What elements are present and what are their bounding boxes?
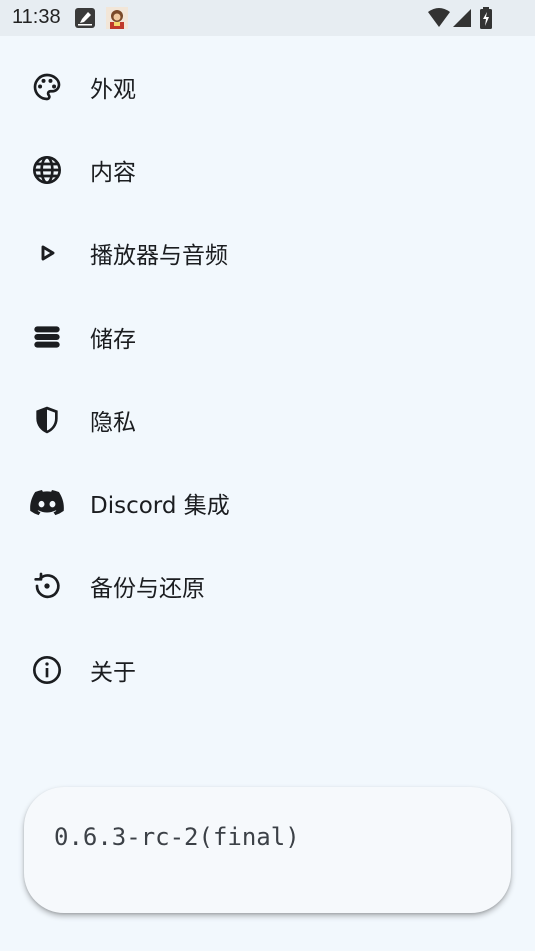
settings-item-player-audio[interactable]: 播放器与音频: [0, 212, 535, 295]
settings-item-label: 外观: [90, 76, 136, 103]
storage-icon: [30, 320, 64, 354]
settings-item-label: 隐私: [90, 409, 136, 436]
discord-icon: [30, 486, 64, 520]
settings-item-appearance[interactable]: 外观: [0, 45, 535, 128]
settings-item-label: 储存: [90, 326, 136, 353]
settings-list: 外观 内容 播放器与音频 储存 隐私 Discord 集成 备份与还原 关于: [0, 45, 535, 711]
settings-item-label: Discord 集成: [90, 493, 230, 520]
settings-item-storage[interactable]: 储存: [0, 295, 535, 378]
status-bar: 11:38: [0, 0, 535, 36]
shield-icon: [30, 403, 64, 437]
palette-icon: [30, 70, 64, 104]
settings-item-label: 内容: [90, 159, 136, 186]
battery-charging-icon: [480, 7, 492, 29]
settings-item-label: 关于: [90, 659, 136, 686]
settings-item-label: 备份与还原: [90, 576, 205, 603]
globe-icon: [30, 153, 64, 187]
restore-icon: [30, 569, 64, 603]
settings-item-about[interactable]: 关于: [0, 628, 535, 711]
info-icon: [30, 653, 64, 687]
wifi-icon: [428, 8, 450, 27]
settings-item-content[interactable]: 内容: [0, 128, 535, 211]
settings-item-label: 播放器与音频: [90, 243, 228, 270]
play-icon: [30, 236, 64, 270]
settings-item-discord[interactable]: Discord 集成: [0, 461, 535, 544]
app-avatar-icon: [106, 7, 128, 29]
settings-item-privacy[interactable]: 隐私: [0, 378, 535, 461]
cell-signal-icon: [453, 9, 471, 27]
status-time: 11:38: [12, 6, 61, 28]
edit-note-icon: [74, 7, 96, 29]
version-card: 0.6.3-rc-2(final): [24, 787, 511, 913]
version-text: 0.6.3-rc-2(final): [54, 823, 300, 851]
status-indicators: [427, 7, 497, 29]
settings-item-backup-restore[interactable]: 备份与还原: [0, 545, 535, 628]
